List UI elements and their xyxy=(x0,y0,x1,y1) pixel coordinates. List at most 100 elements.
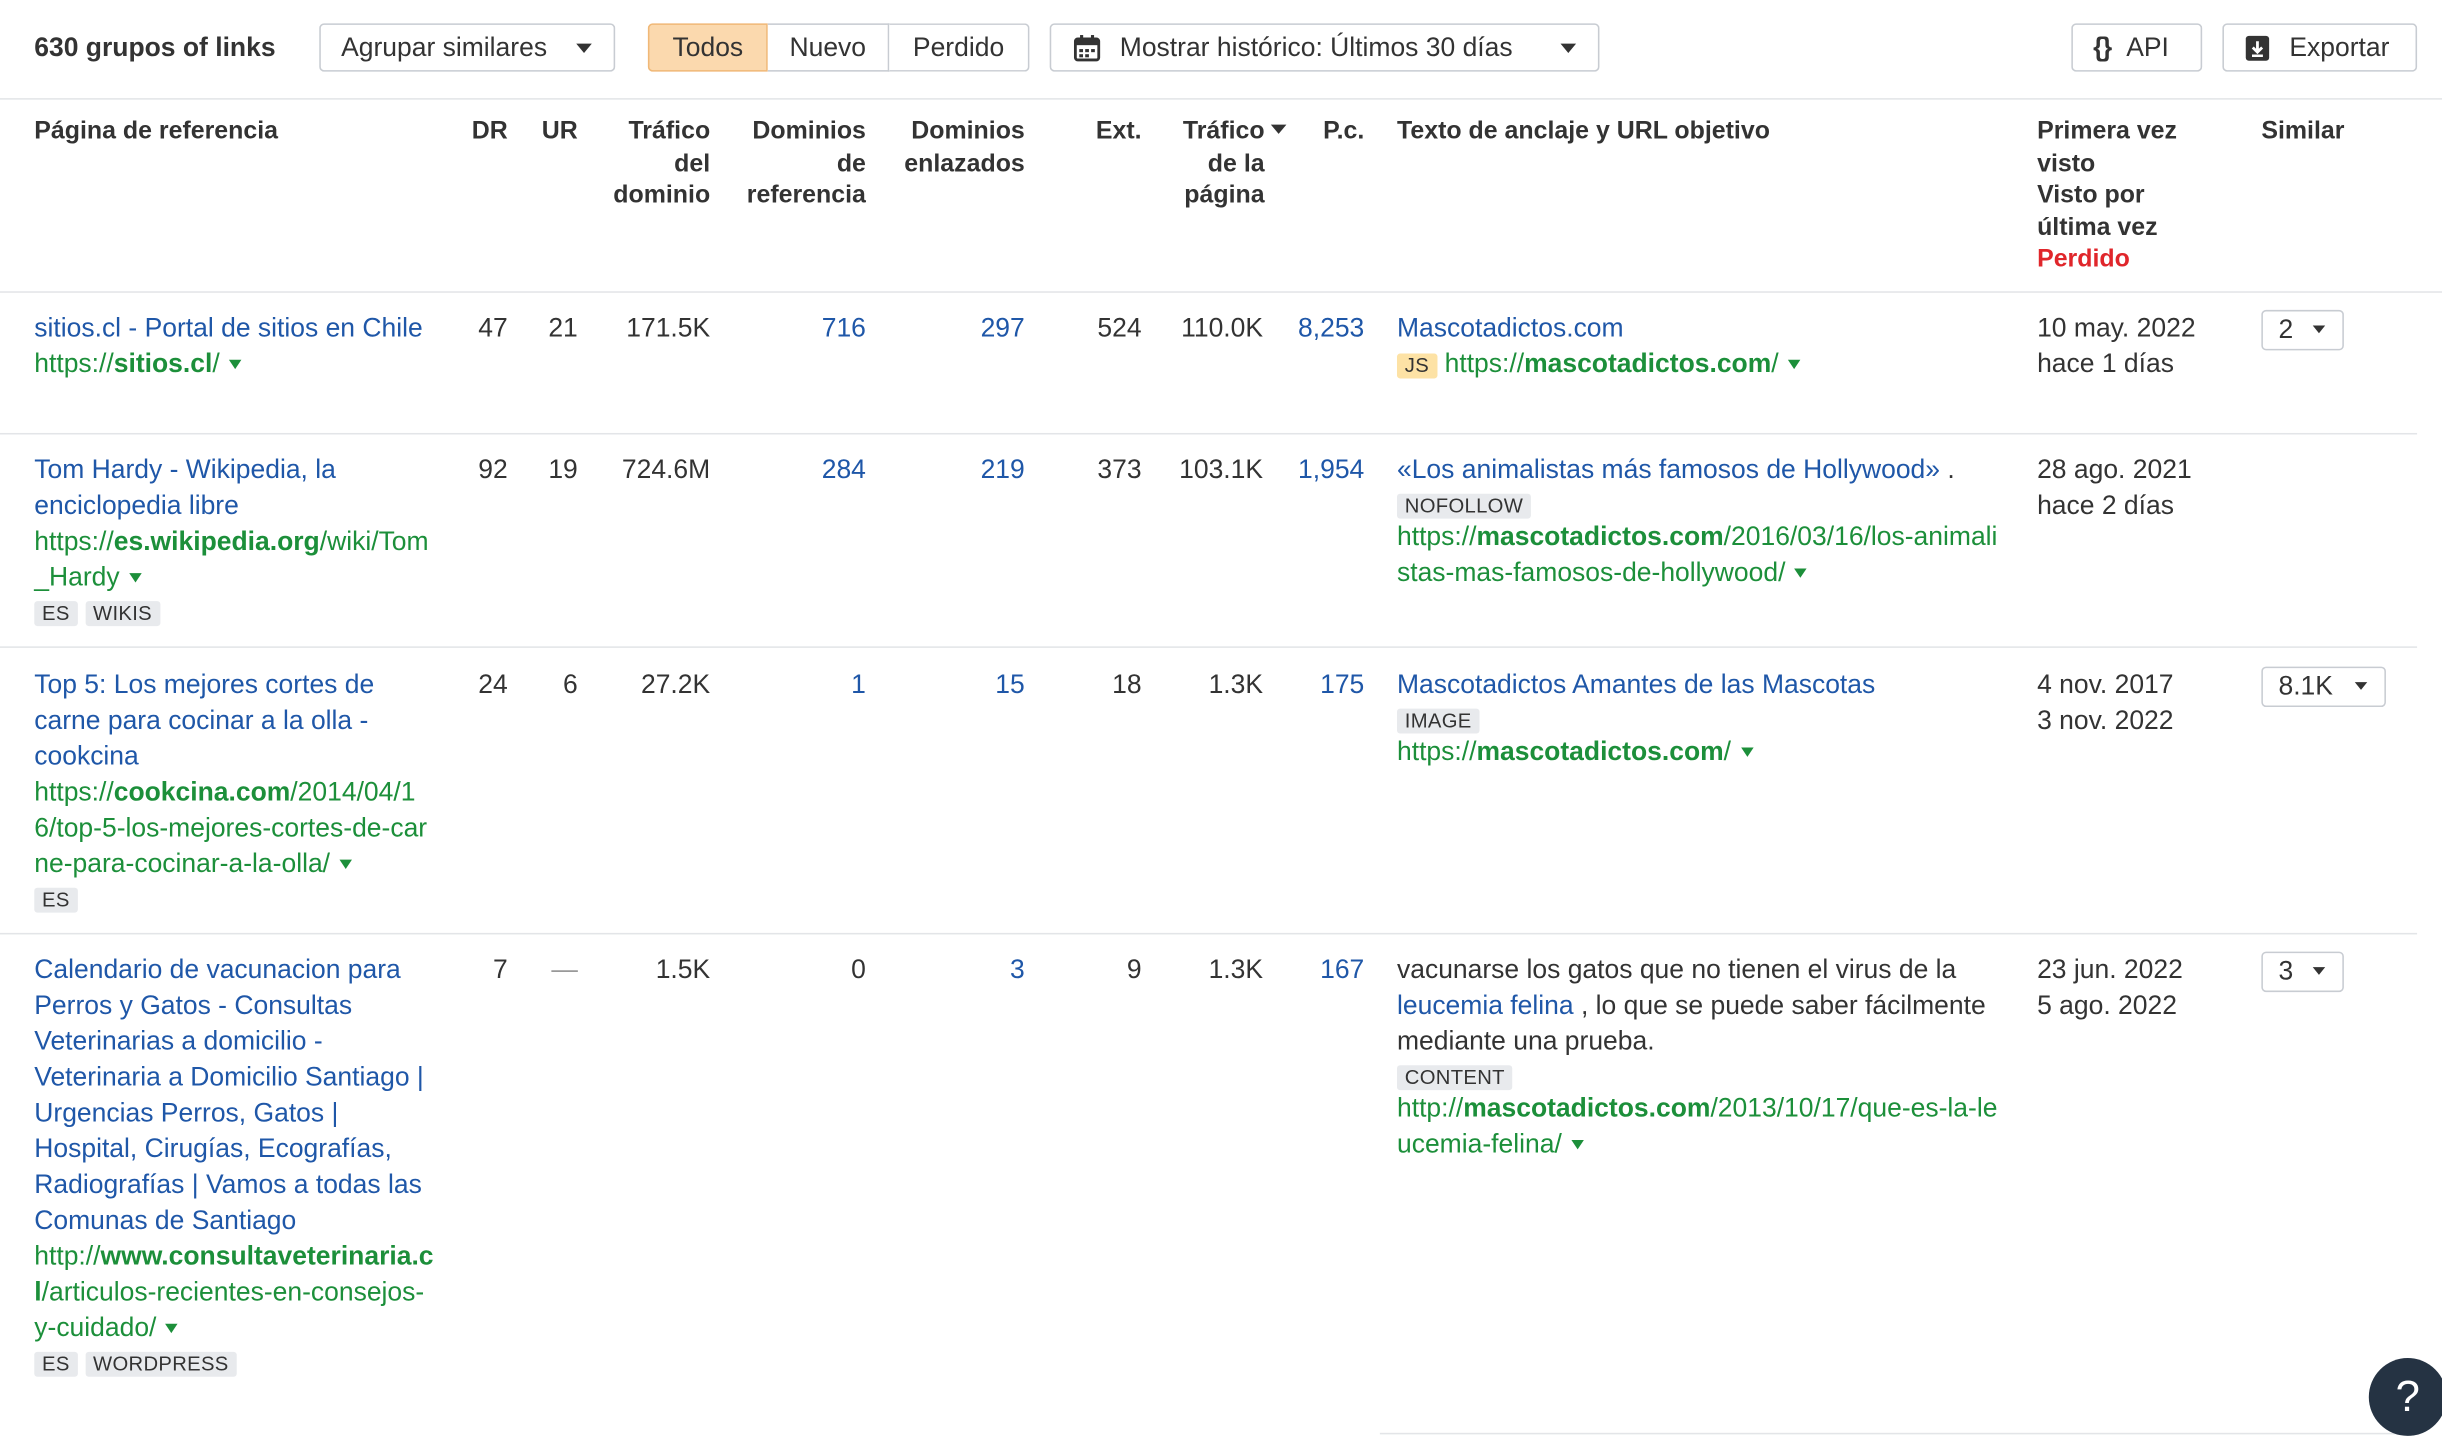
target-url[interactable]: https://mascotadictos.com/ xyxy=(1397,734,2004,770)
similar-dropdown[interactable]: 3 xyxy=(2261,951,2344,993)
similar-count: 8.1K xyxy=(2278,671,2333,701)
ref-page-cell: sitios.cl - Portal de sitios en Chile ht… xyxy=(34,310,436,382)
kw-value[interactable]: 167 xyxy=(1271,952,1364,988)
domain-traffic-value: 724.6M xyxy=(621,454,711,485)
kw-value[interactable]: 175 xyxy=(1271,667,1364,703)
ref-page-cell: Top 5: Los mejores cortes de carne para … xyxy=(34,667,436,913)
header-divider xyxy=(0,291,2442,293)
col-ur[interactable]: UR xyxy=(522,117,578,149)
col-page-traffic[interactable]: Tráfico de la página xyxy=(1152,117,1287,213)
ref-page-url[interactable]: https://sitios.cl/ xyxy=(34,346,436,382)
chevron-down-icon[interactable] xyxy=(1794,568,1808,578)
col-linked-domains[interactable]: Dominios enlazados xyxy=(885,117,1025,181)
ref-page-url[interactable]: https://es.wikipedia.org/wiki/Tom_Hardy xyxy=(34,523,436,595)
ext-value: 524 xyxy=(1097,313,1142,343)
ext-value: 18 xyxy=(1112,669,1142,700)
chevron-down-icon[interactable] xyxy=(165,1323,179,1334)
platform-tag: WORDPRESS xyxy=(85,1351,237,1377)
target-url[interactable]: http://mascotadictos.com/2013/10/17/que-… xyxy=(1397,1090,2004,1162)
similar-dropdown[interactable]: 2 xyxy=(2261,309,2344,351)
col-domain-traffic-l1: Tráfico xyxy=(628,118,711,145)
anchor-before: vacunarse los gatos que no tienen el vir… xyxy=(1396,954,1957,985)
filter-all[interactable]: Todos xyxy=(647,23,768,72)
target-url[interactable]: JS https://mascotadictos.com/ xyxy=(1396,346,2004,382)
anchor-text[interactable]: «Los animalistas más famosos de Hollywoo… xyxy=(1397,455,1940,485)
url-prefix: https:// xyxy=(34,526,114,556)
page-traffic-value: 103.1K xyxy=(1179,454,1264,485)
chevron-down-icon[interactable] xyxy=(229,359,242,370)
anchor-text[interactable]: Mascotadictos Amantes de las Mascotas xyxy=(1397,667,2004,703)
url-prefix: http:// xyxy=(34,1241,101,1271)
group-similar-select[interactable]: Agrupar similares xyxy=(319,23,616,72)
ur-value: 21 xyxy=(548,313,578,343)
page-traffic-value: 1.3K xyxy=(1208,954,1264,985)
anchor-cell: Mascotadictos Amantes de las Mascotas IM… xyxy=(1396,667,2004,770)
col-anchor[interactable]: Texto de anclaje y URL objetivo xyxy=(1397,117,1770,149)
similar-dropdown[interactable]: 8.1K xyxy=(2261,666,2386,708)
chevron-down-icon[interactable] xyxy=(1740,747,1753,757)
col-ext[interactable]: Ext. xyxy=(1059,117,1142,149)
image-tag: IMAGE xyxy=(1396,708,1480,734)
ur-value: 6 xyxy=(563,669,578,700)
kw-value[interactable]: 1,954 xyxy=(1271,452,1364,488)
linked-domains-value[interactable]: 3 xyxy=(885,952,1025,988)
backlinks-page: 630 grupos of links Agrupar similares To… xyxy=(0,0,2442,1445)
col-ref-domains[interactable]: Dominios de referencia xyxy=(726,117,866,213)
tag-list: ES WORDPRESS xyxy=(34,1350,436,1377)
ref-page-title[interactable]: Calendario de vacunacion para Perros y G… xyxy=(34,952,436,1239)
col-similar[interactable]: Similar xyxy=(2261,117,2344,149)
col-last-seen-l2: última vez xyxy=(2037,214,2158,241)
linked-domains-value[interactable]: 297 xyxy=(885,310,1025,346)
col-linked-domains-l2: enlazados xyxy=(904,150,1025,177)
anchor-text[interactable]: leucemia felina xyxy=(1397,991,1574,1021)
ref-page-title[interactable]: Top 5: Los mejores cortes de carne para … xyxy=(34,667,436,774)
toolbar-divider xyxy=(0,98,2442,100)
tag-list: ES xyxy=(34,886,436,913)
kw-value[interactable]: 8,253 xyxy=(1271,310,1364,346)
filter-lost[interactable]: Perdido xyxy=(889,23,1030,72)
anchor-text[interactable]: Mascotadictos.com xyxy=(1397,310,2004,346)
last-seen: hace 1 días xyxy=(2037,348,2174,379)
ref-domains-value[interactable]: 716 xyxy=(726,310,866,346)
url-domain: mascotadictos.com xyxy=(1476,736,1724,767)
history-select[interactable]: Mostrar histórico: Últimos 30 días xyxy=(1049,23,1600,72)
col-seen[interactable]: Primera vez visto Visto por última vez P… xyxy=(2037,117,2239,277)
language-tag: ES xyxy=(34,1351,78,1377)
export-button[interactable]: Exportar xyxy=(2222,23,2418,72)
chevron-down-icon[interactable] xyxy=(128,573,142,583)
chevron-down-icon[interactable] xyxy=(339,859,352,870)
ref-page-url[interactable]: http://www.consultaveterinaria.cl/articu… xyxy=(34,1238,436,1345)
ref-page-title[interactable]: sitios.cl - Portal de sitios en Chile xyxy=(34,310,436,346)
col-ref-domains-l1: Dominios xyxy=(752,118,866,145)
dr-value: 24 xyxy=(478,669,508,700)
chevron-down-icon[interactable] xyxy=(1571,1140,1584,1150)
page-traffic-value: 110.0K xyxy=(1181,313,1264,343)
linked-domains-value[interactable]: 15 xyxy=(885,667,1024,703)
ref-page-url[interactable]: https://cookcina.com/2014/04/16/top-5-lo… xyxy=(34,774,436,881)
anchor-cell: Mascotadictos.com JS https://mascotadicto… xyxy=(1396,310,2004,382)
col-domain-traffic[interactable]: Tráfico del dominio xyxy=(592,117,710,213)
first-seen: 4 nov. 2017 xyxy=(2037,669,2174,700)
col-dr[interactable]: DR xyxy=(452,117,508,149)
col-ref-domains-l3: referencia xyxy=(746,182,866,209)
linked-domains-value[interactable]: 219 xyxy=(885,452,1025,488)
ref-domains-value[interactable]: 1 xyxy=(726,667,866,703)
ref-domains-value[interactable]: 284 xyxy=(726,452,866,488)
url-prefix: https:// xyxy=(34,777,114,807)
filter-tabs: Todos Nuevo Perdido xyxy=(647,23,1030,72)
filter-new[interactable]: Nuevo xyxy=(767,23,890,72)
ref-page-title[interactable]: Tom Hardy - Wikipedia, la enciclopedia l… xyxy=(34,452,436,524)
help-button[interactable]: ? xyxy=(2368,1358,2442,1436)
chevron-down-icon xyxy=(2312,325,2326,334)
ref-page-cell: Tom Hardy - Wikipedia, la enciclopedia l… xyxy=(34,452,436,627)
col-kw[interactable]: P.c. xyxy=(1302,117,1364,149)
col-domain-traffic-l3: dominio xyxy=(613,182,711,209)
domain-traffic-value: 1.5K xyxy=(655,954,711,985)
col-page-traffic-l3: página xyxy=(1184,182,1265,209)
target-url[interactable]: https://mascotadictos.com/2016/03/16/los… xyxy=(1397,519,2004,591)
api-button[interactable]: {} API xyxy=(2071,23,2203,72)
chevron-down-icon[interactable] xyxy=(1788,359,1801,370)
col-lost: Perdido xyxy=(2037,246,2130,273)
col-ref-page[interactable]: Página de referencia xyxy=(34,117,278,149)
anchor-cell: «Los animalistas más famosos de Hollywoo… xyxy=(1396,452,2004,591)
